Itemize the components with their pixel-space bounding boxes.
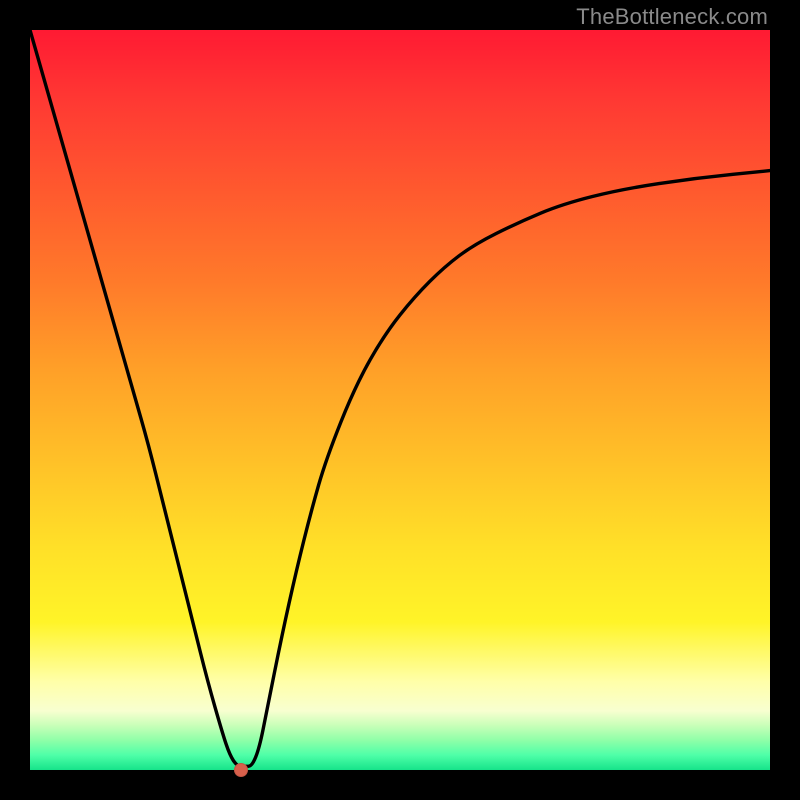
- minimum-marker: [234, 763, 248, 777]
- bottleneck-curve: [30, 30, 770, 770]
- curve-path: [30, 30, 770, 766]
- watermark-text: TheBottleneck.com: [576, 4, 768, 30]
- plot-area: [30, 30, 770, 770]
- chart-frame: TheBottleneck.com: [0, 0, 800, 800]
